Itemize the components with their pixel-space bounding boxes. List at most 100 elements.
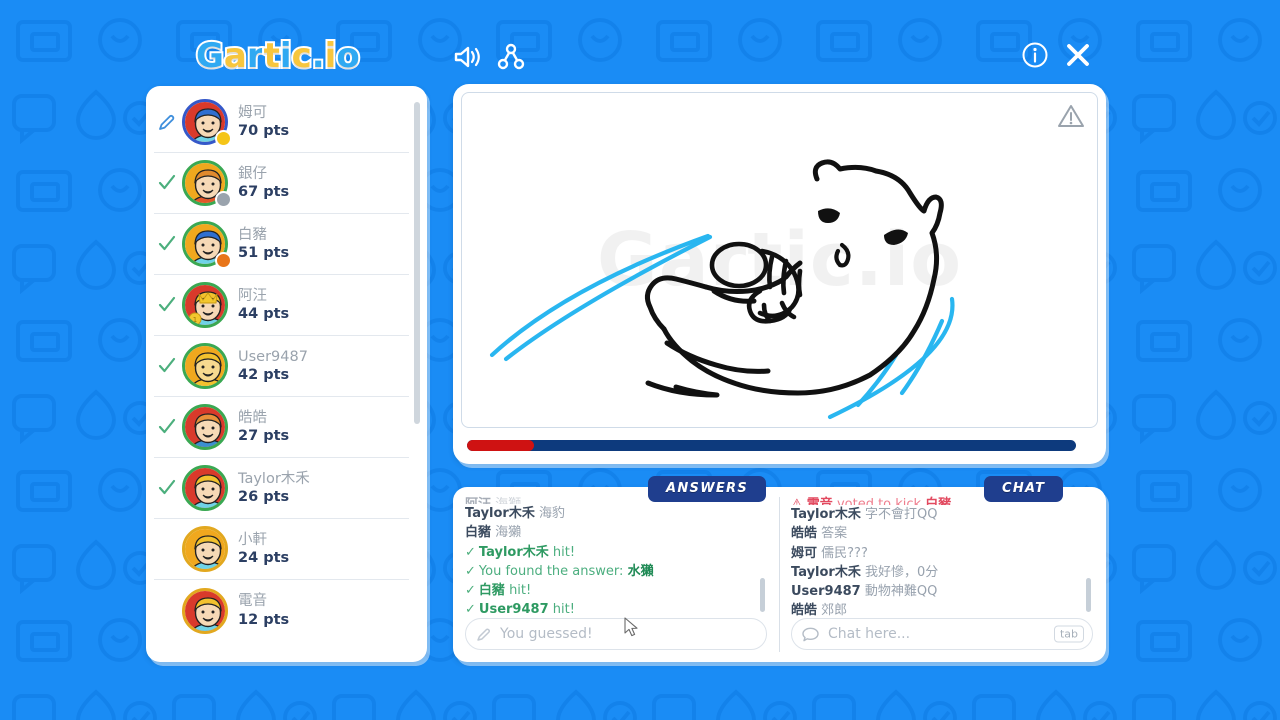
message-author: 白豬 bbox=[465, 525, 492, 541]
drawing-canvas-panel: Gartic.io bbox=[453, 84, 1106, 464]
chat-scrollbar-thumb[interactable] bbox=[1086, 578, 1091, 612]
player-points: 51 pts bbox=[238, 245, 290, 261]
avatar bbox=[182, 343, 228, 389]
avatar: 1 bbox=[182, 282, 228, 328]
chat-tab-key-hint: tab bbox=[1053, 625, 1084, 643]
answer-message: 白豬 海獺 bbox=[465, 523, 755, 542]
player-points: 44 pts bbox=[238, 306, 290, 322]
player-row[interactable]: User9487 42 pts bbox=[154, 336, 409, 397]
chat-message: User9487 動物神難QQ bbox=[791, 582, 1081, 601]
chat-message: 皓皓 答案 bbox=[791, 524, 1081, 543]
speaker-icon[interactable] bbox=[452, 42, 482, 72]
message-text: hit! bbox=[509, 583, 532, 599]
answer-message: ✓ You found the answer: 水獺 bbox=[465, 562, 755, 581]
player-name: 白豬 bbox=[238, 226, 267, 243]
tab-answers[interactable]: ANSWERS bbox=[648, 476, 766, 502]
answer-message: ✓ User9487 hit! bbox=[465, 600, 755, 618]
chat-message: 皓皓 郊郎 bbox=[791, 601, 1081, 618]
logo-letter: G bbox=[194, 34, 226, 78]
info-icon[interactable] bbox=[1021, 41, 1049, 69]
player-name: 銀仔 bbox=[238, 165, 267, 182]
guess-input[interactable]: You guessed! bbox=[465, 618, 767, 650]
message-text: voted to kick bbox=[836, 497, 922, 505]
drawing-canvas[interactable]: Gartic.io bbox=[461, 92, 1098, 428]
player-info: 小軒 24 pts bbox=[238, 532, 289, 566]
message-author: User9487 bbox=[478, 602, 549, 618]
player-row[interactable]: 白豬 51 pts bbox=[154, 214, 409, 275]
player-info: 電音 12 pts bbox=[238, 593, 289, 627]
player-info: 姆可 70 pts bbox=[238, 105, 289, 139]
player-row[interactable]: 1 阿汪 44 pts bbox=[154, 275, 409, 336]
kick-target: 白豬 bbox=[925, 497, 952, 505]
player-info: 白豬 51 pts bbox=[238, 227, 289, 261]
answers-scrollbar-thumb[interactable] bbox=[760, 578, 765, 612]
message-author: Taylor木禾 bbox=[791, 507, 861, 522]
close-icon[interactable] bbox=[1063, 40, 1093, 70]
check-icon: ✓ bbox=[465, 563, 476, 579]
check-icon bbox=[154, 417, 180, 437]
mouse-cursor bbox=[624, 617, 638, 637]
player-status-dot bbox=[215, 191, 232, 208]
avatar bbox=[182, 587, 228, 634]
player-name: Taylor木禾 bbox=[238, 470, 310, 487]
check-icon bbox=[154, 356, 180, 376]
logo-letter: a bbox=[222, 34, 249, 78]
player-name: 電音 bbox=[238, 593, 267, 610]
app-logo: Gartic.io bbox=[194, 34, 362, 78]
avatar bbox=[182, 221, 232, 269]
player-row[interactable]: 小軒 24 pts bbox=[154, 519, 409, 580]
chat-message: Taylor木禾 字不會打QQ bbox=[791, 505, 1081, 524]
player-info: 皓皓 27 pts bbox=[238, 410, 289, 444]
players-list[interactable]: 姆可 70 pts 銀仔 67 pts 白豬 51 pts 1 阿汪 44 pts bbox=[146, 86, 427, 662]
share-nodes-icon[interactable] bbox=[496, 42, 526, 72]
check-icon bbox=[154, 173, 180, 193]
logo-letter: r bbox=[245, 34, 266, 78]
chat-panel: ⚠ 電音 voted to kick 白豬 Taylor木禾 字不會打QQ 皓皓 答… bbox=[779, 487, 1105, 662]
player-name: 姆可 bbox=[238, 104, 267, 121]
tab-chat[interactable]: CHAT bbox=[984, 476, 1064, 502]
player-points: 12 pts bbox=[238, 611, 290, 628]
player-points: 67 pts bbox=[238, 184, 290, 200]
player-info: User9487 42 pts bbox=[238, 349, 308, 383]
avatar bbox=[182, 465, 228, 511]
player-row[interactable]: 姆可 70 pts bbox=[154, 92, 409, 153]
message-text: 動物神難QQ bbox=[864, 584, 938, 600]
message-text: 海獅 bbox=[495, 497, 521, 504]
message-author: 皓皓 bbox=[791, 603, 818, 618]
chat-message: 姆可 儒民??? bbox=[791, 544, 1081, 563]
player-name: 皓皓 bbox=[238, 409, 267, 426]
player-info: Taylor木禾 26 pts bbox=[238, 471, 310, 505]
players-panel: 姆可 70 pts 銀仔 67 pts 白豬 51 pts 1 阿汪 44 pts bbox=[146, 86, 427, 662]
chat-message-list[interactable]: ⚠ 電音 voted to kick 白豬 Taylor木禾 字不會打QQ 皓皓 答… bbox=[791, 495, 1093, 618]
check-icon bbox=[154, 478, 180, 498]
player-row[interactable]: 皓皓 27 pts bbox=[154, 397, 409, 458]
logo-letter: i bbox=[323, 34, 339, 78]
player-name: 小軒 bbox=[238, 531, 267, 548]
player-row[interactable]: Taylor木禾 26 pts bbox=[154, 458, 409, 519]
pencil-icon bbox=[476, 627, 491, 642]
player-row[interactable]: 銀仔 67 pts bbox=[154, 153, 409, 214]
avatar bbox=[182, 404, 228, 450]
message-text: hit! bbox=[552, 602, 575, 618]
answer-message: ✓ 白豬 hit! bbox=[465, 581, 755, 600]
message-author: User9487 bbox=[791, 584, 861, 600]
players-scrollbar[interactable] bbox=[414, 102, 420, 642]
message-author: 姆可 bbox=[791, 545, 818, 561]
players-scrollbar-thumb[interactable] bbox=[414, 102, 420, 424]
answers-message-list[interactable]: 阿汪 海獅Taylor木禾 海豹白豬 海獺✓Taylor木禾 hit!✓You … bbox=[465, 495, 767, 618]
check-icon: ✓ bbox=[465, 602, 476, 618]
guess-input-placeholder: You guessed! bbox=[500, 626, 593, 642]
bottom-panel: 阿汪 海獅Taylor木禾 海豹白豬 海獺✓Taylor木禾 hit!✓You … bbox=[453, 487, 1106, 662]
player-info: 阿汪 44 pts bbox=[238, 288, 289, 322]
check-icon: ✓ bbox=[465, 544, 476, 560]
player-row[interactable]: 電音 12 pts bbox=[154, 580, 409, 641]
message-text: 我好慘，0分 bbox=[864, 564, 939, 580]
answer-message: Taylor木禾 海豹 bbox=[465, 504, 755, 523]
round-timer-fill bbox=[467, 440, 534, 451]
message-author: 電音 bbox=[806, 497, 833, 505]
otter-drawing bbox=[489, 159, 955, 420]
warning-triangle-icon[interactable] bbox=[1057, 103, 1085, 133]
message-author: 皓皓 bbox=[791, 526, 818, 542]
chat-input[interactable]: Chat here... tab bbox=[791, 618, 1093, 650]
message-text: 儒民??? bbox=[821, 545, 868, 561]
